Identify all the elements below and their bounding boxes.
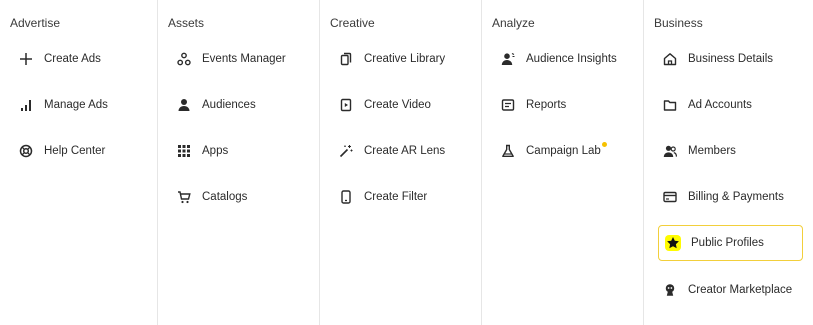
menu-item-apps[interactable]: Apps <box>168 136 228 166</box>
menu-item-public-profiles[interactable]: Public Profiles <box>658 225 803 261</box>
menu-item-creative-library[interactable]: Creative Library <box>330 44 445 74</box>
menu-item-label: Audience Insights <box>526 53 617 65</box>
menu-item-label: Create Video <box>364 99 431 111</box>
menu-item-campaign-lab[interactable]: Campaign Lab <box>492 136 607 166</box>
menu-item-label: Creative Library <box>364 53 446 65</box>
menu-item-label: Apps <box>202 145 229 157</box>
events-icon <box>176 51 192 67</box>
menu-item-ad-accounts[interactable]: Ad Accounts <box>654 90 752 120</box>
menu-item-manage-ads[interactable]: Manage Ads <box>10 90 108 120</box>
menu-item-events-manager[interactable]: Events Manager <box>168 44 286 74</box>
column-analyze: Analyze Audience Insights Reports Campai… <box>482 0 644 325</box>
folder-icon <box>662 97 678 113</box>
column-heading: Analyze <box>492 16 535 30</box>
menu-item-label: Creator Marketplace <box>688 284 793 296</box>
business-menu: Advertise Create Ads Manage Ads Help Cen… <box>0 0 813 325</box>
person-icon <box>176 97 192 113</box>
library-icon <box>338 51 354 67</box>
menu-item-label: Business Details <box>688 53 774 65</box>
video-icon <box>338 97 354 113</box>
menu-item-audiences[interactable]: Audiences <box>168 90 256 120</box>
column-assets: Assets Events Manager Audiences Apps Cat… <box>158 0 320 325</box>
menu-item-label: Campaign Lab <box>526 142 607 157</box>
menu-item-create-ads[interactable]: Create Ads <box>10 44 101 74</box>
menu-item-label: Audiences <box>202 99 256 111</box>
bar-chart-icon <box>18 97 34 113</box>
insights-icon <box>500 51 516 67</box>
card-icon <box>662 189 678 205</box>
menu-item-reports[interactable]: Reports <box>492 90 566 120</box>
menu-item-label: Members <box>688 145 736 157</box>
notification-dot <box>601 142 607 147</box>
reports-icon <box>500 97 516 113</box>
column-heading: Advertise <box>10 16 61 30</box>
column-creative: Creative Creative Library Create Video C… <box>320 0 482 325</box>
menu-item-help-center[interactable]: Help Center <box>10 136 105 166</box>
star-icon <box>665 235 681 251</box>
flask-icon <box>500 143 516 159</box>
menu-item-label: Billing & Payments <box>688 191 784 203</box>
menu-item-label: Events Manager <box>202 53 286 65</box>
column-heading: Creative <box>330 16 375 30</box>
column-business: Business Business Details Ad Accounts Me… <box>644 0 813 325</box>
menu-item-business-details[interactable]: Business Details <box>654 44 773 74</box>
menu-item-label: Catalogs <box>202 191 248 203</box>
cart-icon <box>176 189 192 205</box>
phone-icon <box>338 189 354 205</box>
lifebuoy-icon <box>18 143 34 159</box>
grid-icon <box>176 143 192 159</box>
menu-item-label: Public Profiles <box>691 237 764 249</box>
column-heading: Business <box>654 16 703 30</box>
menu-item-label: Create Ads <box>44 53 101 65</box>
menu-item-label: Create AR Lens <box>364 145 446 157</box>
home-icon <box>662 51 678 67</box>
menu-item-create-video[interactable]: Create Video <box>330 90 431 120</box>
column-advertise: Advertise Create Ads Manage Ads Help Cen… <box>0 0 158 325</box>
column-heading: Assets <box>168 16 205 30</box>
menu-item-label: Help Center <box>44 145 106 157</box>
plus-icon <box>18 51 34 67</box>
magic-wand-icon <box>338 143 354 159</box>
menu-item-catalogs[interactable]: Catalogs <box>168 182 247 212</box>
members-icon <box>662 143 678 159</box>
menu-item-creator-marketplace[interactable]: Creator Marketplace <box>654 275 792 305</box>
menu-item-label: Manage Ads <box>44 99 108 111</box>
menu-item-billing-payments[interactable]: Billing & Payments <box>654 182 784 212</box>
creator-icon <box>662 282 678 298</box>
menu-item-audience-insights[interactable]: Audience Insights <box>492 44 617 74</box>
menu-item-text: Campaign Lab <box>526 145 601 157</box>
menu-item-create-ar-lens[interactable]: Create AR Lens <box>330 136 445 166</box>
menu-item-create-filter[interactable]: Create Filter <box>330 182 427 212</box>
menu-item-label: Ad Accounts <box>688 99 752 111</box>
menu-item-label: Create Filter <box>364 191 428 203</box>
menu-item-members[interactable]: Members <box>654 136 736 166</box>
menu-item-label: Reports <box>526 99 567 111</box>
